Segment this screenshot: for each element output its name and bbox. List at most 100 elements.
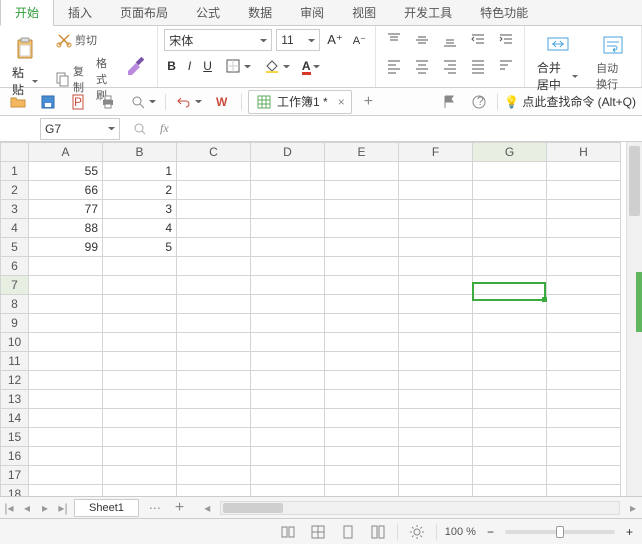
orientation-button[interactable] xyxy=(494,55,518,77)
fx-button[interactable] xyxy=(128,118,152,140)
cell-B12[interactable] xyxy=(103,371,177,390)
cell-D6[interactable] xyxy=(251,257,325,276)
font-name-select[interactable]: 宋体 xyxy=(164,29,272,51)
hscroll-left[interactable]: ◂ xyxy=(198,501,216,515)
cell-A10[interactable] xyxy=(29,333,103,352)
row-header-3[interactable]: 3 xyxy=(1,200,29,219)
cell-F3[interactable] xyxy=(399,200,473,219)
cell-D14[interactable] xyxy=(251,409,325,428)
cell-C16[interactable] xyxy=(177,447,251,466)
ribbon-tab-7[interactable]: 开发工具 xyxy=(390,0,466,25)
cell-G5[interactable] xyxy=(473,238,547,257)
cell-C4[interactable] xyxy=(177,219,251,238)
help-button[interactable]: ? xyxy=(467,91,491,113)
cell-B7[interactable] xyxy=(103,276,177,295)
font-size-select[interactable]: 11 xyxy=(276,29,320,51)
cell-C17[interactable] xyxy=(177,466,251,485)
cell-F18[interactable] xyxy=(399,485,473,497)
cell-G13[interactable] xyxy=(473,390,547,409)
cell-H3[interactable] xyxy=(547,200,621,219)
cell-B8[interactable] xyxy=(103,295,177,314)
flag-button[interactable] xyxy=(437,91,461,113)
row-header-12[interactable]: 12 xyxy=(1,371,29,390)
cell-C14[interactable] xyxy=(177,409,251,428)
split-handle[interactable] xyxy=(636,272,642,332)
cell-D11[interactable] xyxy=(251,352,325,371)
cell-C18[interactable] xyxy=(177,485,251,497)
align-right-button[interactable] xyxy=(438,55,462,77)
cell-C9[interactable] xyxy=(177,314,251,333)
cell-A12[interactable] xyxy=(29,371,103,390)
cell-C13[interactable] xyxy=(177,390,251,409)
fill-color-button[interactable] xyxy=(260,55,293,77)
cell-H17[interactable] xyxy=(547,466,621,485)
cell-D12[interactable] xyxy=(251,371,325,390)
cell-H11[interactable] xyxy=(547,352,621,371)
cell-H5[interactable] xyxy=(547,238,621,257)
cell-G11[interactable] xyxy=(473,352,547,371)
col-header-F[interactable]: F xyxy=(399,143,473,162)
cell-H16[interactable] xyxy=(547,447,621,466)
sheet-nav-next[interactable]: ▸ xyxy=(36,501,54,515)
cell-C5[interactable] xyxy=(177,238,251,257)
cell-F10[interactable] xyxy=(399,333,473,352)
cell-B5[interactable]: 5 xyxy=(103,238,177,257)
row-header-10[interactable]: 10 xyxy=(1,333,29,352)
cell-B2[interactable]: 2 xyxy=(103,181,177,200)
ribbon-tab-1[interactable]: 插入 xyxy=(54,0,106,25)
cell-F14[interactable] xyxy=(399,409,473,428)
cell-B17[interactable] xyxy=(103,466,177,485)
row-header-16[interactable]: 16 xyxy=(1,447,29,466)
col-header-B[interactable]: B xyxy=(103,143,177,162)
indent-dec-button[interactable] xyxy=(466,29,490,51)
cell-A13[interactable] xyxy=(29,390,103,409)
cell-G3[interactable] xyxy=(473,200,547,219)
row-header-13[interactable]: 13 xyxy=(1,390,29,409)
cell-C6[interactable] xyxy=(177,257,251,276)
ribbon-tab-3[interactable]: 公式 xyxy=(182,0,234,25)
zoom-out-button[interactable]: − xyxy=(484,523,497,541)
cell-G9[interactable] xyxy=(473,314,547,333)
cell-A4[interactable]: 88 xyxy=(29,219,103,238)
cell-F1[interactable] xyxy=(399,162,473,181)
cell-E12[interactable] xyxy=(325,371,399,390)
cell-E14[interactable] xyxy=(325,409,399,428)
increase-font-button[interactable]: A⁺ xyxy=(324,30,346,50)
cell-H6[interactable] xyxy=(547,257,621,276)
new-tab-button[interactable]: + xyxy=(358,93,379,111)
zoom-in-button[interactable]: + xyxy=(623,523,636,541)
align-top-button[interactable] xyxy=(382,29,406,51)
cell-G1[interactable] xyxy=(473,162,547,181)
cell-H10[interactable] xyxy=(547,333,621,352)
align-middle-button[interactable] xyxy=(410,29,434,51)
cell-F5[interactable] xyxy=(399,238,473,257)
cell-A3[interactable]: 77 xyxy=(29,200,103,219)
view-pagebreak[interactable] xyxy=(367,522,389,542)
cell-G15[interactable] xyxy=(473,428,547,447)
row-header-18[interactable]: 18 xyxy=(1,485,29,497)
cell-C15[interactable] xyxy=(177,428,251,447)
cell-A1[interactable]: 55 xyxy=(29,162,103,181)
row-header-17[interactable]: 17 xyxy=(1,466,29,485)
cell-G17[interactable] xyxy=(473,466,547,485)
cell-E17[interactable] xyxy=(325,466,399,485)
row-header-11[interactable]: 11 xyxy=(1,352,29,371)
underline-button[interactable]: U xyxy=(200,57,215,75)
cell-B9[interactable] xyxy=(103,314,177,333)
row-header-8[interactable]: 8 xyxy=(1,295,29,314)
wrap-text-button[interactable]: 自动换行 xyxy=(590,30,635,94)
cell-D7[interactable] xyxy=(251,276,325,295)
cell-C11[interactable] xyxy=(177,352,251,371)
ribbon-tab-8[interactable]: 特色功能 xyxy=(466,0,542,25)
cell-F15[interactable] xyxy=(399,428,473,447)
view-page[interactable] xyxy=(337,522,359,542)
cell-B10[interactable] xyxy=(103,333,177,352)
cell-B4[interactable]: 4 xyxy=(103,219,177,238)
cell-E8[interactable] xyxy=(325,295,399,314)
cell-B13[interactable] xyxy=(103,390,177,409)
add-sheet-button[interactable]: + xyxy=(169,499,190,517)
cell-F13[interactable] xyxy=(399,390,473,409)
row-header-6[interactable]: 6 xyxy=(1,257,29,276)
cell-G6[interactable] xyxy=(473,257,547,276)
cell-D15[interactable] xyxy=(251,428,325,447)
